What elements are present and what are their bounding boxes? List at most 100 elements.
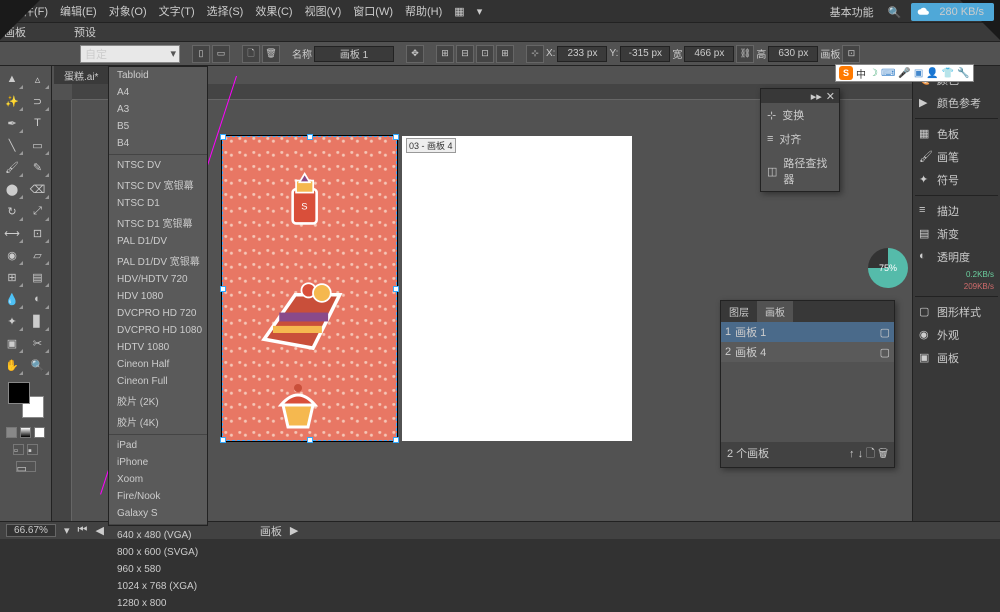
orient-landscape-button[interactable]: ▭ (212, 45, 230, 63)
panel-appearance[interactable]: ◉外观 (915, 325, 998, 345)
preset-option[interactable]: HDV 1080 (109, 288, 207, 305)
screen-mode-full-icon[interactable]: ▪ (27, 444, 38, 455)
panel-symbols[interactable]: ✦符号 (915, 170, 998, 190)
lasso-tool[interactable]: ⊃ (26, 90, 50, 112)
align-row[interactable]: ≡对齐 (761, 127, 839, 151)
preset-option[interactable]: Cineon Full (109, 373, 207, 390)
ref-point-icon[interactable]: ⊹ (526, 45, 544, 63)
preset-option[interactable]: B5 (109, 118, 207, 135)
artboard-1[interactable]: S (222, 136, 397, 441)
artboard-row-1[interactable]: 1画板 1▢ (721, 322, 894, 342)
preset-option[interactable]: PAL D1/DV 宽银幕 (109, 250, 207, 271)
preset-option[interactable]: NTSC DV (109, 157, 207, 174)
ime-settings-icon[interactable]: 🔧 (957, 68, 969, 79)
preset-option[interactable]: 胶片 (2K) (109, 390, 207, 411)
grid-2-icon[interactable]: ⊟ (456, 45, 474, 63)
fill-stroke-swatch[interactable] (8, 382, 44, 418)
menu-effect[interactable]: 效果(C) (251, 1, 296, 21)
preset-option[interactable]: Xoom (109, 471, 207, 488)
preset-option[interactable]: Tabloid (109, 67, 207, 84)
preset-option[interactable]: HDV/HDTV 720 (109, 271, 207, 288)
rotate-tool[interactable]: ↻ (0, 200, 24, 222)
preset-option[interactable]: A4 (109, 84, 207, 101)
panel-close-icon[interactable]: ✕ (826, 90, 835, 103)
preset-option[interactable]: A3 (109, 101, 207, 118)
menu-select[interactable]: 选择(S) (203, 1, 248, 21)
move-icon[interactable]: ✥ (406, 45, 424, 63)
ime-mic-icon[interactable]: 🎤 (898, 68, 910, 79)
direct-selection-tool[interactable]: ▵ (26, 68, 50, 90)
preset-option[interactable]: HDTV 1080 (109, 339, 207, 356)
preset-option[interactable]: NTSC DV 宽银幕 (109, 174, 207, 195)
panel-swatches[interactable]: ▦色板 (915, 124, 998, 144)
ime-toolbar[interactable]: S 中 ☽ ⌨ 🎤 ▣ 👤 👕 🔧 (835, 64, 974, 82)
panel-transparency[interactable]: ◐透明度 (915, 247, 998, 267)
w-input[interactable] (684, 46, 734, 62)
tab-layers[interactable]: 图层 (721, 301, 757, 322)
menu-edit[interactable]: 编辑(E) (56, 1, 101, 21)
layout-icon[interactable]: ▦ (450, 3, 468, 20)
transform-panel[interactable]: ▸▸✕ ⊹变换 ≡对齐 ◫路径查找器 (760, 88, 840, 192)
pen-tool[interactable]: ✒ (0, 112, 24, 134)
artboard-2[interactable] (402, 136, 632, 441)
preset-option[interactable]: DVCPRO HD 1080 (109, 322, 207, 339)
zoom-dropdown-icon[interactable]: ▾ (64, 524, 70, 537)
symbol-sprayer-tool[interactable]: ✦ (0, 310, 24, 332)
eyedropper-tool[interactable]: 💧 (0, 288, 24, 310)
paintbrush-tool[interactable]: 🖌 (0, 156, 24, 178)
delete-artboard-button[interactable]: 🗑 (262, 45, 280, 63)
shape-builder-tool[interactable]: ◉ (0, 244, 24, 266)
panel-brushes[interactable]: 🖌画笔 (915, 147, 998, 167)
ime-person-icon[interactable]: 👤 (926, 68, 938, 79)
blob-brush-tool[interactable]: ⬤ (0, 178, 24, 200)
panel-collapse-icon[interactable]: ▸▸ (811, 90, 822, 103)
preset-option[interactable]: PAL D1/DV (109, 233, 207, 250)
menu-view[interactable]: 视图(V) (301, 1, 346, 21)
slice-tool[interactable]: ✂ (26, 332, 50, 354)
rectangle-tool[interactable]: ▭ (26, 134, 50, 156)
perspective-tool[interactable]: ▱ (26, 244, 50, 266)
screen-mode-normal-icon[interactable]: ▫ (13, 444, 24, 455)
preset-option[interactable]: NTSC D1 (109, 195, 207, 212)
mesh-tool[interactable]: ⊞ (0, 266, 24, 288)
preset-option[interactable]: Galaxy S (109, 505, 207, 522)
preset-option[interactable]: NTSC D1 宽银幕 (109, 212, 207, 233)
magic-wand-tool[interactable]: ✨ (0, 90, 24, 112)
preset-dropdown[interactable]: 自定 (80, 45, 180, 63)
selection-tool[interactable]: ▲ (0, 68, 24, 90)
artboards-panel[interactable]: 图层 画板 1画板 1▢ 2画板 4▢ 2 个画板↑ ↓ 🗋 🗑 (720, 300, 895, 468)
nav-prev-icon[interactable]: ◀ (95, 524, 103, 537)
search-icon[interactable]: 🔍 (884, 4, 906, 21)
artboard-name-input[interactable] (314, 46, 394, 62)
grid-3-icon[interactable]: ⊡ (476, 45, 494, 63)
move-up-icon[interactable]: ↑ (849, 448, 855, 460)
pencil-tool[interactable]: ✎ (26, 156, 50, 178)
none-mode-icon[interactable] (34, 427, 45, 438)
preset-option[interactable]: 960 x 580 (109, 561, 207, 578)
dropdown-icon[interactable]: ▾ (473, 3, 487, 20)
menu-help[interactable]: 帮助(H) (401, 1, 446, 21)
ime-lang[interactable]: 中 (856, 66, 866, 81)
menu-window[interactable]: 窗口(W) (349, 1, 397, 21)
h-input[interactable] (768, 46, 818, 62)
preset-dropdown-menu[interactable]: TabloidA4A3B5B4NTSC DVNTSC DV 宽银幕NTSC D1… (108, 66, 208, 526)
tab-artboards[interactable]: 画板 (757, 301, 793, 322)
link-wh-icon[interactable]: ⛓ (736, 45, 754, 63)
preset-option[interactable]: DVCPRO HD 720 (109, 305, 207, 322)
preset-option[interactable]: iPad (109, 437, 207, 454)
orient-portrait-button[interactable]: ▯ (192, 45, 210, 63)
ime-skin-icon[interactable]: 👕 (942, 68, 954, 79)
x-input[interactable] (557, 46, 607, 62)
ime-moon-icon[interactable]: ☽ (869, 68, 878, 79)
panel-color-guide[interactable]: ▶颜色参考 (915, 93, 998, 113)
hand-tool[interactable]: ✋ (0, 354, 24, 376)
preset-option[interactable]: 800 x 600 (SVGA) (109, 544, 207, 561)
ime-keyboard-icon[interactable]: ⌨ (881, 68, 895, 79)
new-icon[interactable]: 🗋 (866, 448, 875, 460)
gradient-tool[interactable]: ▤ (26, 266, 50, 288)
free-transform-tool[interactable]: ⊡ (26, 222, 50, 244)
color-mode-icon[interactable] (6, 427, 17, 438)
nav-next-icon[interactable]: ▶ (290, 524, 298, 537)
zoom-input[interactable] (6, 524, 56, 537)
artboard-row-2[interactable]: 2画板 4▢ (721, 342, 894, 362)
